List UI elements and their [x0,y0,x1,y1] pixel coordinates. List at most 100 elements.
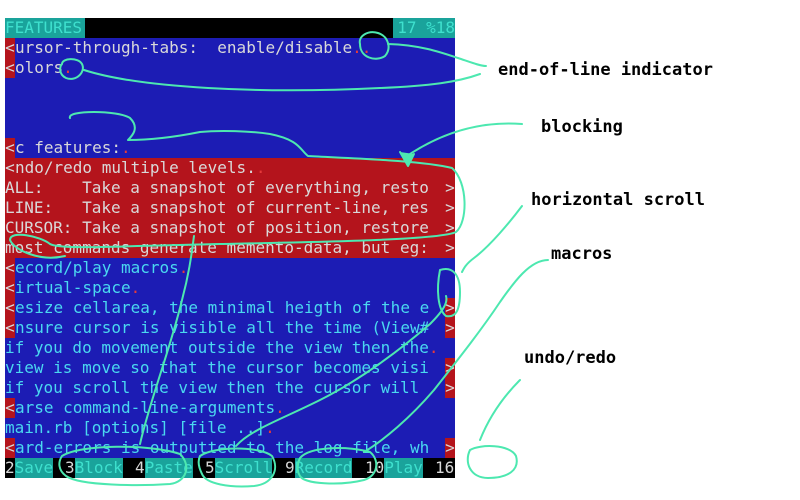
fnkey-label: Paste [144,458,193,478]
editor-line[interactable]: <esize cellarea, the minimal heigth of t… [5,298,455,318]
line-text: view is move so that the cursor becomes … [5,358,429,377]
line-text: irtual-space [15,278,131,297]
status-position: 17 %18 [393,18,455,38]
fnkey-number: 9 [285,458,295,477]
line-text: LINE: Take a snapshot of current-line, r… [5,198,429,217]
end-of-line-marker: . [130,278,141,297]
line-text: olors [15,58,64,77]
fnkey-label: Record [294,458,353,478]
line-text: ecord/play macros [15,258,179,277]
editor-line[interactable] [5,78,455,98]
end-of-line-marker: . [178,258,189,277]
horizontal-scroll-indicator[interactable]: > [445,438,455,458]
editor-line[interactable]: <ard-errors is outputted to the log file… [5,438,455,458]
fnkey-label: Play [384,458,423,478]
fnkey-label: Scroll [214,458,273,478]
fold-indicator[interactable]: < [5,298,15,318]
editor-line[interactable]: CURSOR: Take a snapshot of position, res… [5,218,455,238]
horizontal-scroll-indicator[interactable]: > [445,218,455,238]
fnkey-number: 3 [65,458,75,477]
editor-line[interactable]: <ursor-through-tabs: enable/disable.. [5,38,455,58]
fnkey-block[interactable]: 3Block [65,458,123,478]
line-text: nsure cursor is visible all the time (Vi… [15,318,430,337]
line-text: if you do movement outside the view then… [5,338,429,357]
line-text: arse command-line-arguments [15,398,276,417]
horizontal-scroll-indicator[interactable]: > [445,318,455,338]
fnkey-number: 2 [5,458,15,477]
line-text: ard-errors is outputted to the log file,… [15,438,430,457]
fold-indicator[interactable]: < [5,38,15,58]
horizontal-scroll-indicator[interactable]: > [445,378,455,398]
fold-indicator[interactable]: < [5,398,15,418]
end-of-line-marker: . [275,398,285,417]
annotation-blocking-label: blocking [541,117,623,137]
fnkey-paste[interactable]: 4Paste [135,458,193,478]
editor-line[interactable]: most commands generate memento-data, but… [5,238,455,258]
horizontal-scroll-indicator[interactable]: > [445,238,455,258]
horizontal-scroll-indicator[interactable]: > [445,358,455,378]
line-text: ursor-through-tabs: enable/disable [15,38,353,57]
editor-line[interactable] [5,98,455,118]
fold-indicator[interactable]: < [5,318,15,338]
undo-leader [479,379,521,441]
line-text: CURSOR: Take a snapshot of position, res… [5,218,429,237]
annotation-undo-label: undo/redo [524,348,617,368]
annotation-macros-label: macros [551,244,613,264]
undo-circle [466,445,518,479]
editor-line[interactable]: main.rb [options] [file ..]. [5,418,455,438]
end-of-line-marker: . [120,138,131,157]
line-text: esize cellarea, the minimal heigth of th… [15,298,430,317]
horizontal-scroll-indicator[interactable]: > [445,298,455,318]
end-of-line-marker: . [255,158,266,177]
fnkey-save[interactable]: 2Save [5,458,54,478]
fnkey-record[interactable]: 9Record [285,458,353,478]
editor-line[interactable]: <arse command-line-arguments. [5,398,455,418]
line-text: main.rb [options] [file ..] [5,418,266,437]
end-of-line-marker: . [428,338,439,357]
function-key-bar: 2Save 3Block 4Paste 5Scroll 9Record 10Play 16 [5,458,455,478]
fnkey-f16[interactable]: 16 [435,458,454,478]
fold-indicator[interactable]: < [5,158,15,178]
editor-line[interactable]: <olors. [5,58,455,78]
status-filename: FEATURES [5,18,85,38]
fnkey-label: Save [14,458,54,478]
hscroll-leader [461,205,523,273]
fold-indicator[interactable]: < [5,438,15,458]
horizontal-scroll-indicator[interactable]: > [445,178,455,198]
line-text: ALL: Take a snapshot of everything, rest… [5,178,429,197]
fnkey-number: 4 [135,458,145,477]
end-of-line-marker: . [63,58,73,77]
fnkey-number: 5 [205,458,215,477]
editor-line[interactable]: LINE: Take a snapshot of current-line, r… [5,198,455,218]
editor-line[interactable]: <ecord/play macros. [5,258,455,278]
terminal-window[interactable]: FEATURES 17 %18 <ursor-through-tabs: ena… [5,18,455,478]
horizontal-scroll-indicator[interactable]: > [445,198,455,218]
fnkey-number: 10 [365,458,385,477]
fnkey-label: Block [74,458,123,478]
line-text: if you scroll the view then the cursor w… [5,378,429,397]
editor-line[interactable]: if you do movement outside the view then… [5,338,455,358]
fnkey-scroll[interactable]: 5Scroll [205,458,273,478]
end-of-line-marker: .. [352,38,372,57]
editor-line[interactable]: <nsure cursor is visible all the time (V… [5,318,455,338]
editor-line[interactable] [5,118,455,138]
editor-line[interactable]: if you scroll the view then the cursor w… [5,378,455,398]
fold-indicator[interactable]: < [5,138,15,158]
status-bar: FEATURES 17 %18 [5,18,455,38]
fold-indicator[interactable]: < [5,278,15,298]
line-text: most commands generate memento-data, but… [5,238,429,257]
editor-line[interactable]: <irtual-space. [5,278,455,298]
fnkey-play[interactable]: 10Play [365,458,423,478]
fnkey-number: 16 [435,458,455,477]
line-text: c features: [15,138,121,157]
fold-indicator[interactable]: < [5,258,15,278]
line-text: ndo/redo multiple levels. [15,158,256,177]
editor-line[interactable]: <c features:. [5,138,455,158]
end-of-line-marker: . [265,418,275,437]
editor-line[interactable]: <ndo/redo multiple levels.. [5,158,455,178]
editor-line[interactable]: view is move so that the cursor becomes … [5,358,455,378]
annotation-eol-label: end-of-line indicator [498,60,713,80]
annotation-hscroll-label: horizontal scroll [531,190,705,210]
fold-indicator[interactable]: < [5,58,15,78]
editor-line[interactable]: ALL: Take a snapshot of everything, rest… [5,178,455,198]
